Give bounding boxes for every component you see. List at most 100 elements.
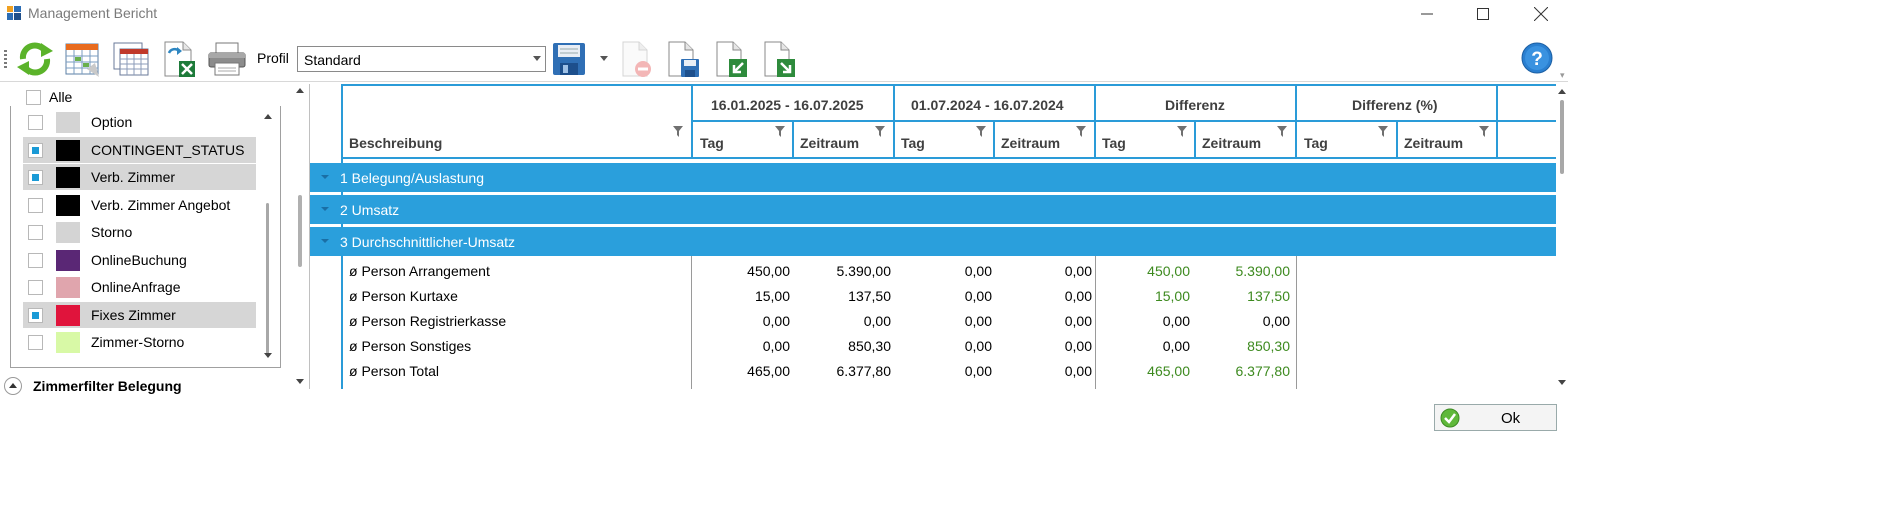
- list-item[interactable]: Option: [23, 109, 256, 135]
- grid-scrollbar[interactable]: [1556, 84, 1568, 389]
- filter-icon[interactable]: [1177, 126, 1187, 137]
- toolbar-overflow-icon[interactable]: ▾: [1560, 70, 1565, 81]
- list-item[interactable]: OnlineBuchung: [23, 247, 256, 273]
- expand-icon[interactable]: [321, 175, 329, 179]
- group-row[interactable]: 1 Belegung/Auslastung: [310, 163, 1556, 192]
- cell-zeitraum-current: 6.377,80: [836, 363, 892, 379]
- table-button[interactable]: [110, 38, 152, 80]
- group-row[interactable]: 3 Durchschnittlicher-Umsatz: [310, 227, 1556, 256]
- cell-zeitraum-previous: 0,00: [1064, 338, 1092, 354]
- column-divider: [993, 122, 995, 158]
- expand-icon[interactable]: [321, 207, 329, 211]
- cell-tag-difference: 465,00: [1147, 363, 1190, 379]
- item-label: Fixes Zimmer: [91, 307, 176, 323]
- maximize-button[interactable]: [1460, 0, 1506, 28]
- column-divider: [893, 84, 895, 158]
- column-header-tag[interactable]: Tag: [700, 135, 724, 151]
- section-header[interactable]: Zimmerfilter Belegung: [0, 373, 290, 398]
- list-scrollbar[interactable]: [260, 106, 276, 367]
- group-row[interactable]: 2 Umsatz: [310, 195, 1556, 224]
- list-item[interactable]: OnlineAnfrage: [23, 274, 256, 300]
- filter-icon[interactable]: [875, 126, 885, 137]
- save-button[interactable]: [548, 38, 590, 80]
- item-checkbox[interactable]: [28, 114, 43, 130]
- calendar-grid-button[interactable]: [62, 38, 104, 80]
- item-label: Option: [91, 114, 133, 130]
- list-item[interactable]: CONTINGENT_STATUS: [23, 137, 256, 163]
- color-swatch: [56, 221, 80, 243]
- cell-zeitraum-current: 850,30: [848, 338, 891, 354]
- expand-collapse-icon[interactable]: [4, 377, 22, 395]
- list-item[interactable]: Zimmer-Storno: [23, 329, 256, 355]
- column-header-zeitraum[interactable]: Zeitraum: [1202, 135, 1261, 151]
- list-item[interactable]: Storno: [23, 219, 256, 245]
- cell-tag-previous: 0,00: [964, 263, 992, 279]
- item-checkbox[interactable]: [28, 224, 43, 240]
- table-row[interactable]: ø Person Registrierkasse 0,00 0,00 0,00 …: [310, 308, 1556, 333]
- item-label: CONTINGENT_STATUS: [91, 142, 245, 158]
- scroll-thumb[interactable]: [298, 195, 302, 267]
- scroll-down-icon[interactable]: [1558, 380, 1566, 385]
- filter-icon[interactable]: [673, 126, 683, 137]
- collapse-icon[interactable]: [321, 239, 329, 243]
- item-checkbox[interactable]: [28, 252, 43, 268]
- refresh-button[interactable]: [14, 38, 56, 80]
- cell-tag-current: 465,00: [747, 363, 790, 379]
- list-item[interactable]: Verb. Zimmer Angebot: [23, 192, 256, 218]
- filter-icon[interactable]: [1277, 126, 1287, 137]
- select-all-checkbox[interactable]: [26, 89, 41, 105]
- cell-zeitraum-previous: 0,00: [1064, 263, 1092, 279]
- column-header-description[interactable]: Beschreibung: [349, 135, 442, 151]
- help-icon[interactable]: ?: [1521, 42, 1553, 74]
- filter-icon[interactable]: [1378, 126, 1388, 137]
- print-button[interactable]: [206, 38, 248, 80]
- select-all-row[interactable]: Alle: [26, 88, 72, 106]
- minimize-button[interactable]: [1404, 0, 1450, 28]
- group-label: 3 Durchschnittlicher-Umsatz: [340, 234, 516, 250]
- column-header-zeitraum[interactable]: Zeitraum: [1404, 135, 1463, 151]
- item-checkbox[interactable]: [28, 334, 43, 350]
- export-button[interactable]: [758, 38, 800, 80]
- toolbar-grip[interactable]: [4, 50, 7, 68]
- scroll-down-icon[interactable]: [296, 379, 304, 384]
- item-checkbox[interactable]: [28, 142, 43, 158]
- item-checkbox[interactable]: [28, 197, 43, 213]
- scroll-down-icon[interactable]: [264, 353, 272, 358]
- scroll-thumb[interactable]: [266, 203, 269, 355]
- delete-profile-button[interactable]: [614, 38, 656, 80]
- column-header-tag[interactable]: Tag: [1304, 135, 1328, 151]
- filter-icon[interactable]: [1076, 126, 1086, 137]
- column-header-zeitraum[interactable]: Zeitraum: [800, 135, 859, 151]
- import-button[interactable]: [710, 38, 752, 80]
- scroll-thumb[interactable]: [1560, 100, 1564, 174]
- cell-tag-previous: 0,00: [964, 313, 992, 329]
- column-header-tag[interactable]: Tag: [901, 135, 925, 151]
- scroll-up-icon[interactable]: [1558, 89, 1566, 94]
- scroll-up-icon[interactable]: [296, 88, 304, 93]
- filter-icon[interactable]: [775, 126, 785, 137]
- excel-export-button[interactable]: [158, 38, 200, 80]
- panel-scrollbar[interactable]: [293, 83, 307, 388]
- list-item[interactable]: Verb. Zimmer: [23, 164, 256, 190]
- filter-icon[interactable]: [976, 126, 986, 137]
- filter-icon[interactable]: [1479, 126, 1489, 137]
- table-row[interactable]: ø Person Sonstiges 0,00 850,30 0,00 0,00…: [310, 333, 1556, 358]
- save-as-button[interactable]: [662, 38, 704, 80]
- save-options-chevron-icon[interactable]: [600, 56, 608, 61]
- table-row[interactable]: ø Person Arrangement 450,00 5.390,00 0,0…: [310, 258, 1556, 283]
- excel-export-icon: [164, 41, 195, 77]
- list-item[interactable]: Fixes Zimmer: [23, 302, 256, 328]
- item-label: OnlineBuchung: [91, 252, 187, 268]
- column-header-zeitraum[interactable]: Zeitraum: [1001, 135, 1060, 151]
- table-row[interactable]: ø Person Kurtaxe 15,00 137,50 0,00 0,00 …: [310, 283, 1556, 308]
- table-row[interactable]: ø Person Total 465,00 6.377,80 0,00 0,00…: [310, 358, 1556, 383]
- item-checkbox[interactable]: [28, 307, 43, 323]
- item-checkbox[interactable]: [28, 169, 43, 185]
- profile-dropdown[interactable]: Standard: [297, 46, 546, 72]
- band-header-difference-pct: Differenz (%): [1352, 97, 1438, 113]
- scroll-up-icon[interactable]: [264, 114, 272, 119]
- close-button[interactable]: [1518, 0, 1564, 28]
- item-checkbox[interactable]: [28, 279, 43, 295]
- ok-button[interactable]: Ok: [1434, 404, 1557, 431]
- column-header-tag[interactable]: Tag: [1102, 135, 1126, 151]
